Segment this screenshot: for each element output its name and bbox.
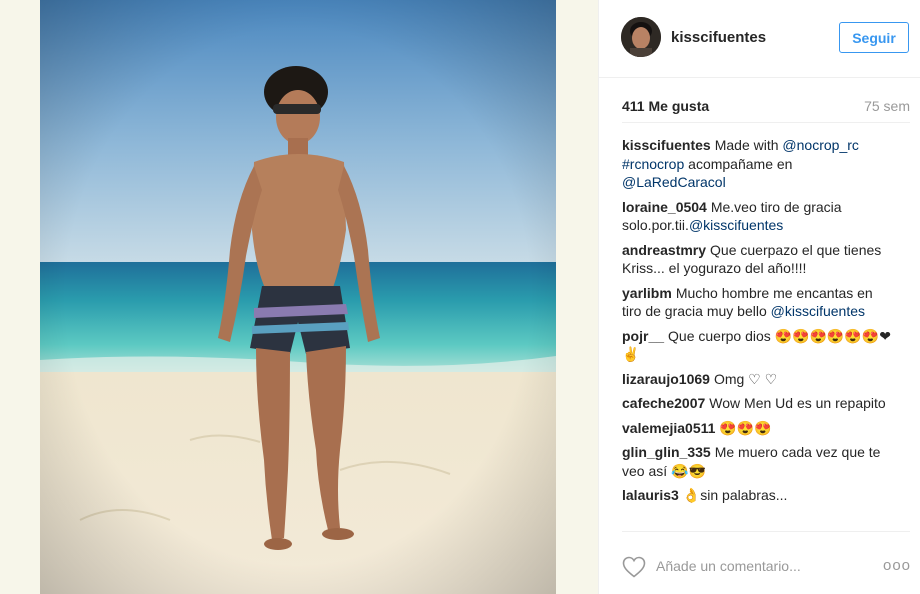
list-item: loraine_0504 Me.veo tiro de gracia solo.p… [622,198,892,235]
caption-mention-2[interactable]: @LaRedCaracol [622,174,726,190]
likes-count[interactable]: 411 Me gusta [622,98,709,114]
list-item: lizaraujo1069 Omg ♡ ♡ [622,370,892,389]
divider [622,122,910,123]
list-item: valemejia0511 😍😍😍 [622,419,892,438]
comment-mention[interactable]: @kisscifuentes [771,303,865,319]
likes-row: 411 Me gusta 75 sem [622,98,910,116]
comment-username[interactable]: glin_glin_335 [622,444,711,460]
caption-username[interactable]: kisscifuentes [622,137,711,153]
comment-username[interactable]: yarlibm [622,285,672,301]
comment-username[interactable]: pojr__ [622,328,664,344]
comment-username[interactable]: loraine_0504 [622,199,707,215]
list-item: yarlibm Mucho hombre me encantas en tiro … [622,284,892,321]
comments-list: kisscifuentes Made with @nocrop_rc #rcnocr… [622,136,892,511]
comment-username[interactable]: andreastmry [622,242,706,258]
caption-mention[interactable]: @nocrop_rc [782,137,858,153]
comment-username[interactable]: lizaraujo1069 [622,371,710,387]
comment-username[interactable]: cafeche2007 [622,395,705,411]
caption-text: Made with [714,137,783,153]
comment-input[interactable] [656,554,856,578]
follow-button[interactable]: Seguir [839,22,909,53]
list-item: cafeche2007 Wow Men Ud es un repapito [622,394,892,413]
post-photo[interactable] [40,0,556,594]
header-username[interactable]: kisscifuentes [671,29,766,46]
photo-pane [0,0,598,594]
list-item: andreastmry Que cuerpazo el que tienes Kr… [622,241,892,278]
list-item: glin_glin_335 Me muero cada vez que te ve… [622,443,892,480]
list-item: pojr__ Que cuerpo dios 😍😍😍😍😍😍❤✌ [622,327,892,364]
caption-text-2: acompañame en [684,155,793,172]
comment-mention[interactable]: @kisscifuentes [689,217,783,233]
caption-hashtag[interactable]: #rcnocrop [622,156,684,172]
heart-icon[interactable] [622,556,646,578]
list-item: lalauris3 👌sin palabras... [622,486,892,505]
comment-text: Omg ♡ ♡ [713,370,778,387]
more-options-icon[interactable]: ooo [883,557,910,574]
comment-username[interactable]: lalauris3 [622,487,679,503]
post-header: kisscifuentes Seguir [599,0,920,78]
caption: kisscifuentes Made with @nocrop_rc #rcnocr… [622,136,892,192]
post-time[interactable]: 75 sem [864,98,910,114]
beach-photo-image [40,0,556,594]
post-side-panel: kisscifuentes Seguir 411 Me gusta 75 sem… [598,0,920,594]
comment-text: Wow Men Ud es un repapito [709,395,886,411]
divider [622,531,910,532]
comment-text: 👌sin palabras... [682,487,788,503]
comment-username[interactable]: valemejia0511 [622,420,715,436]
comment-text: 😍😍😍 [719,419,772,436]
avatar-image [621,17,661,57]
avatar[interactable] [621,17,661,57]
